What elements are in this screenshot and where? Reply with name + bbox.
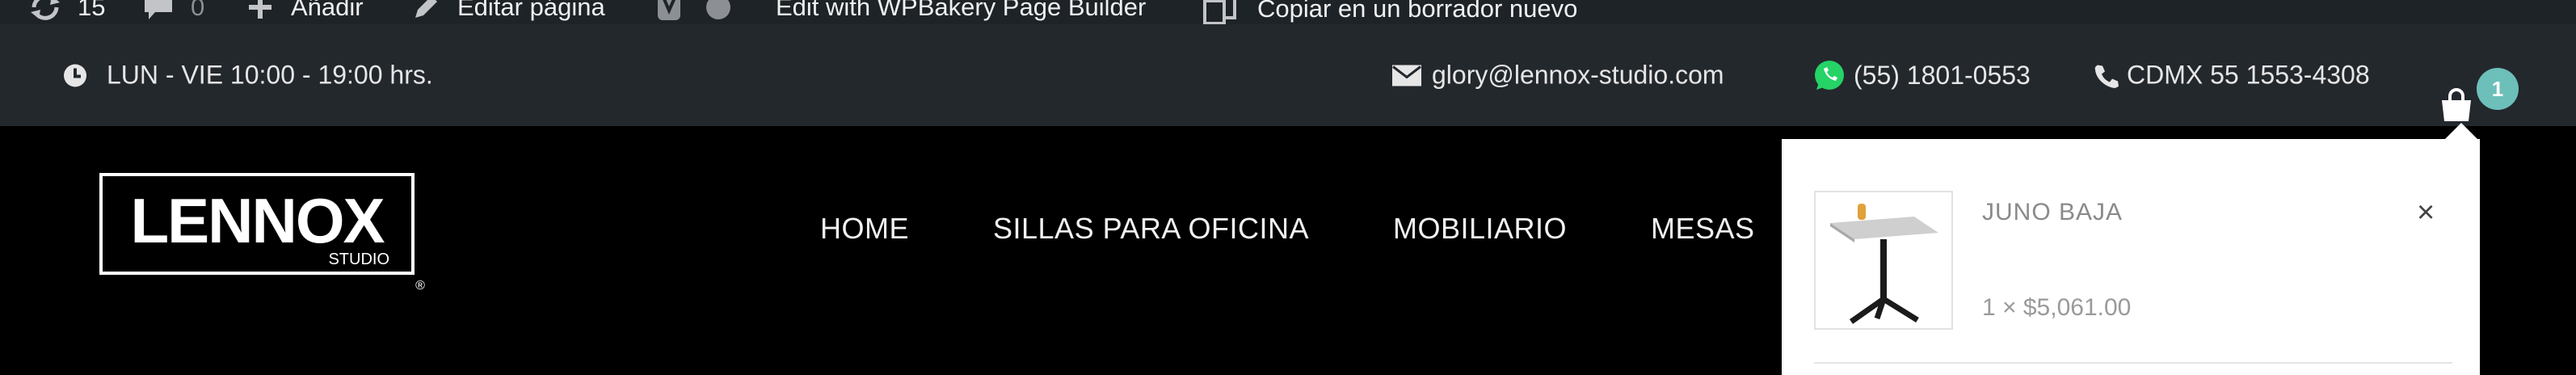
product-quantity-price: 1 × $5,061.00	[1982, 294, 2132, 321]
nav-mesas[interactable]: MESAS	[1651, 212, 1755, 246]
add-new-label: Añadir	[291, 0, 364, 21]
dropdown-caret	[2443, 123, 2479, 141]
edit-page-label: Editar página	[457, 0, 605, 21]
divider	[1814, 362, 2452, 364]
pencil-icon	[415, 0, 437, 18]
admin-bar: 15 0 Añadir Editar página Edit with WPBa…	[0, 0, 2576, 24]
product-name[interactable]: JUNO BAJA	[1982, 199, 2123, 226]
logo-brand: LENNOX	[130, 185, 385, 256]
nav-mobiliario[interactable]: MOBILIARIO	[1393, 212, 1567, 246]
updates-count: 15	[78, 0, 106, 21]
yoast-icon	[658, 0, 680, 20]
whatsapp-link[interactable]: (55) 1801-0553	[1812, 57, 2031, 93]
nav-sillas-para-oficina[interactable]: SILLAS PARA OFICINA	[993, 212, 1309, 246]
table-image	[1830, 204, 1938, 324]
phone-link[interactable]: CDMX 55 1553-4308	[2093, 61, 2370, 91]
copy-draft-item[interactable]: Copiar en un borrador nuevo	[1202, 0, 1577, 24]
main-nav: HOME SILLAS PARA OFICINA MOBILIARIO MESA…	[820, 212, 1839, 246]
edit-page-item[interactable]: Editar página	[412, 0, 605, 22]
plus-icon	[249, 0, 271, 19]
cart-count-badge: 1	[2477, 68, 2519, 110]
hours-text: LUN - VIE 10:00 - 19:00 hrs.	[107, 60, 433, 90]
phone-icon	[2094, 65, 2119, 88]
comments-count: 0	[191, 0, 205, 21]
add-new-item[interactable]: Añadir	[247, 0, 364, 22]
logo-registered-mark: ®	[415, 279, 425, 291]
updates-icon	[31, 0, 60, 20]
lennox-logo: LENNOX STUDIO ®	[99, 173, 425, 293]
phone-text: CDMX 55 1553-4308	[2127, 60, 2370, 90]
comments-item[interactable]: 0	[142, 0, 204, 22]
whatsapp-icon	[1815, 61, 1844, 90]
mini-cart-dropdown: JUNO BAJA 1 × $5,061.00 ×	[1782, 139, 2480, 375]
wpbakery-item[interactable]: Edit with WPBakery Page Builder	[776, 0, 1146, 22]
clock-icon	[64, 64, 86, 86]
comment-icon	[145, 0, 172, 19]
seo-status-dot	[706, 0, 730, 19]
email-link[interactable]: glory@lennox-studio.com	[1391, 61, 1724, 91]
site-logo[interactable]: LENNOX STUDIO ®	[99, 173, 438, 295]
logo-sub: STUDIO	[328, 251, 389, 268]
shopping-bag-icon	[2442, 88, 2471, 121]
email-text: glory@lennox-studio.com	[1432, 60, 1724, 90]
updates-item[interactable]: 15	[27, 0, 105, 22]
envelope-icon	[1392, 65, 1421, 86]
copy-icon	[1203, 0, 1236, 24]
yoast-item[interactable]	[656, 0, 730, 22]
whatsapp-text: (55) 1801-0553	[1854, 60, 2031, 90]
copy-draft-label: Copiar en un borrador nuevo	[1257, 0, 1578, 23]
remove-item-close-icon[interactable]: ×	[2417, 197, 2435, 228]
business-hours: LUN - VIE 10:00 - 19:00 hrs.	[61, 61, 433, 91]
contact-top-bar: LUN - VIE 10:00 - 19:00 hrs. glory@lenno…	[0, 24, 2576, 126]
wpbakery-label: Edit with WPBakery Page Builder	[776, 0, 1147, 21]
nav-home[interactable]: HOME	[820, 212, 909, 246]
product-thumbnail[interactable]	[1814, 191, 1953, 330]
